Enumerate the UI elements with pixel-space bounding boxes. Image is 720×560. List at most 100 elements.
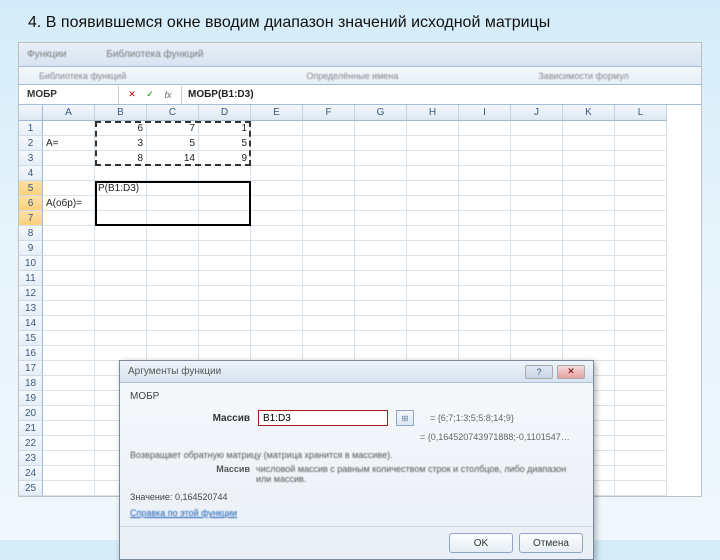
range-selector-icon[interactable]: ⊞ (396, 410, 414, 426)
cell-A8[interactable] (43, 226, 95, 241)
close-icon[interactable]: ✕ (557, 365, 585, 379)
cell-A11[interactable] (43, 271, 95, 286)
cell-C8[interactable] (147, 226, 199, 241)
cell-A19[interactable] (43, 391, 95, 406)
cell-J6[interactable] (511, 196, 563, 211)
cell-D4[interactable] (199, 166, 251, 181)
cell-K1[interactable] (563, 121, 615, 136)
cell-E10[interactable] (251, 256, 303, 271)
cell-H7[interactable] (407, 211, 459, 226)
row-header-5[interactable]: 5 (19, 181, 43, 196)
cell-K13[interactable] (563, 301, 615, 316)
cell-G13[interactable] (355, 301, 407, 316)
row-header-3[interactable]: 3 (19, 151, 43, 166)
cell-D1[interactable]: 1 (199, 121, 251, 136)
ok-button[interactable]: OK (449, 533, 513, 553)
array-argument-input[interactable] (258, 410, 388, 426)
help-link[interactable]: Справка по этой функции (130, 508, 237, 518)
cell-D5[interactable] (199, 181, 251, 196)
row-header-19[interactable]: 19 (19, 391, 43, 406)
cell-D14[interactable] (199, 316, 251, 331)
worksheet[interactable]: ABCDEFGHIJKL16712A=3553814945Р(B1:D3)6A(… (19, 105, 701, 496)
cell-E11[interactable] (251, 271, 303, 286)
cell-J4[interactable] (511, 166, 563, 181)
cell-B11[interactable] (95, 271, 147, 286)
row-header-11[interactable]: 11 (19, 271, 43, 286)
col-header-A[interactable]: A (43, 105, 95, 121)
cell-E9[interactable] (251, 241, 303, 256)
row-header-9[interactable]: 9 (19, 241, 43, 256)
col-header-B[interactable]: B (95, 105, 147, 121)
cell-E13[interactable] (251, 301, 303, 316)
cell-F4[interactable] (303, 166, 355, 181)
cell-K8[interactable] (563, 226, 615, 241)
cell-L12[interactable] (615, 286, 667, 301)
cell-C3[interactable]: 14 (147, 151, 199, 166)
cell-J15[interactable] (511, 331, 563, 346)
cell-B6[interactable] (95, 196, 147, 211)
cell-G1[interactable] (355, 121, 407, 136)
row-header-7[interactable]: 7 (19, 211, 43, 226)
cell-A23[interactable] (43, 451, 95, 466)
cell-B9[interactable] (95, 241, 147, 256)
cell-I5[interactable] (459, 181, 511, 196)
row-header-10[interactable]: 10 (19, 256, 43, 271)
cell-H3[interactable] (407, 151, 459, 166)
ribbon-item[interactable]: Библиотека функций (106, 49, 203, 60)
cell-E3[interactable] (251, 151, 303, 166)
cell-C7[interactable] (147, 211, 199, 226)
cell-G16[interactable] (355, 346, 407, 361)
cell-J2[interactable] (511, 136, 563, 151)
cell-C4[interactable] (147, 166, 199, 181)
cell-C1[interactable]: 7 (147, 121, 199, 136)
row-header-23[interactable]: 23 (19, 451, 43, 466)
cell-L11[interactable] (615, 271, 667, 286)
cell-A25[interactable] (43, 481, 95, 496)
cell-F11[interactable] (303, 271, 355, 286)
cell-E15[interactable] (251, 331, 303, 346)
cell-D12[interactable] (199, 286, 251, 301)
cell-H2[interactable] (407, 136, 459, 151)
row-header-21[interactable]: 21 (19, 421, 43, 436)
cell-J13[interactable] (511, 301, 563, 316)
cell-J7[interactable] (511, 211, 563, 226)
cell-K6[interactable] (563, 196, 615, 211)
cell-F13[interactable] (303, 301, 355, 316)
col-header-L[interactable]: L (615, 105, 667, 121)
row-header-14[interactable]: 14 (19, 316, 43, 331)
row-header-18[interactable]: 18 (19, 376, 43, 391)
col-header-I[interactable]: I (459, 105, 511, 121)
formula-input[interactable]: МОБР(B1:D3) (182, 89, 260, 100)
cell-F15[interactable] (303, 331, 355, 346)
cell-L7[interactable] (615, 211, 667, 226)
row-header-2[interactable]: 2 (19, 136, 43, 151)
cell-C14[interactable] (147, 316, 199, 331)
col-header-F[interactable]: F (303, 105, 355, 121)
cell-F14[interactable] (303, 316, 355, 331)
cell-B16[interactable] (95, 346, 147, 361)
cell-B8[interactable] (95, 226, 147, 241)
cell-C5[interactable] (147, 181, 199, 196)
cell-L19[interactable] (615, 391, 667, 406)
cell-G6[interactable] (355, 196, 407, 211)
cell-G14[interactable] (355, 316, 407, 331)
cell-E5[interactable] (251, 181, 303, 196)
cell-J12[interactable] (511, 286, 563, 301)
cell-E7[interactable] (251, 211, 303, 226)
cell-F6[interactable] (303, 196, 355, 211)
row-header-16[interactable]: 16 (19, 346, 43, 361)
cell-K14[interactable] (563, 316, 615, 331)
cell-L23[interactable] (615, 451, 667, 466)
cell-K4[interactable] (563, 166, 615, 181)
cell-D3[interactable]: 9 (199, 151, 251, 166)
cell-E14[interactable] (251, 316, 303, 331)
cell-G5[interactable] (355, 181, 407, 196)
cell-A16[interactable] (43, 346, 95, 361)
cell-F3[interactable] (303, 151, 355, 166)
name-box[interactable]: МОБР (19, 86, 119, 104)
cell-J9[interactable] (511, 241, 563, 256)
row-header-15[interactable]: 15 (19, 331, 43, 346)
fx-icon[interactable]: fx (161, 88, 175, 102)
row-header-12[interactable]: 12 (19, 286, 43, 301)
row-header-13[interactable]: 13 (19, 301, 43, 316)
